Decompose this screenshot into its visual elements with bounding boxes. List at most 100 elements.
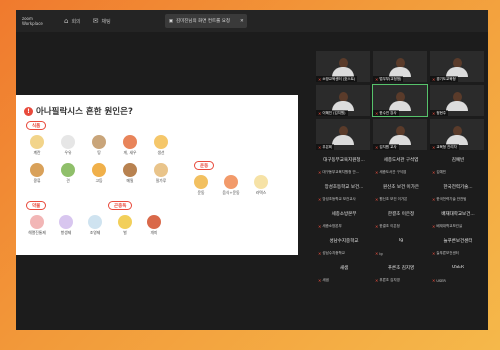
video-tile[interactable]: ✕ 이혜진 (김지원) [316, 85, 370, 116]
insect-item-label: 개미 [150, 230, 158, 235]
participant-name-text: 늘푸른보건센터 [436, 251, 459, 255]
participant-name: ✕ 성남수지중학교 [318, 251, 345, 256]
participant-name: ✕ 교육청 관리자 [430, 144, 459, 150]
video-tile[interactable]: ✕ 소방교육센터 (호스트) [316, 51, 370, 82]
mic-muted-icon: ✕ [432, 76, 436, 82]
participant-name-text: 우은희 [322, 144, 333, 149]
participant-name-tile[interactable]: 배재대학교보건... ✕ 배재대학교보건실 [430, 207, 486, 231]
participant-video [446, 58, 468, 78]
mic-muted-icon: ✕ [318, 76, 322, 82]
chat-icon: ✉ [92, 17, 99, 25]
participant-name-text: 앙성초등학교 보건교사 [322, 197, 356, 201]
participant-name-text: 법무부(교정청) [379, 76, 402, 81]
drug-item-icon [30, 215, 44, 229]
participant-name-tile[interactable]: 앙성초등학교 보건... ✕ 앙성초등학교 보건교사 [316, 180, 372, 204]
food-item-label: 우유 [64, 150, 72, 155]
participant-name-text: lg [379, 251, 383, 256]
food-item: 게, 새우 [117, 135, 143, 156]
zoom-logo: zoom Workplace [22, 16, 43, 26]
participant-name: ✕ 김지원 교사 [373, 144, 399, 150]
participant-name: ✕ 원신초 보건 이가은 [375, 197, 407, 202]
meetings-button[interactable]: ⌂ 회의 [64, 17, 81, 25]
participant-video [389, 126, 411, 146]
participant-name-tile[interactable]: 새샘 ✕ 새샘 [316, 261, 372, 285]
mic-muted-icon: ✕ [318, 278, 322, 283]
participant-name-tile[interactable]: 세종도서관 구석엽 ✕ 세종도서관 구석엽 [373, 153, 429, 177]
video-tile[interactable]: ✕ 정현주 [430, 85, 484, 116]
drug-item-icon [88, 215, 102, 229]
video-tile[interactable]: ✕ 우은희 [316, 119, 370, 150]
participant-display-name: 세종소방본부 [331, 212, 357, 217]
mic-muted-icon: ✕ [318, 170, 322, 175]
participant-name-tile[interactable]: 대구동부교육지원청... ✕ 대구동부교육지원청 안... [316, 153, 372, 177]
food-item-label: 계란 [33, 150, 41, 155]
drug-item: 항생제 [53, 215, 79, 236]
mic-muted-icon: ✕ [432, 278, 436, 283]
participant-name-text: 성남수지중학교 [322, 251, 345, 255]
close-icon[interactable]: ✕ [240, 19, 244, 24]
mic-muted-icon: ✕ [318, 251, 322, 256]
shared-screen: ! 아나필락시스 흔한 원인은? 식품 약물 곤충독 운동 계란 우유 땅 게, 새우… [16, 95, 298, 255]
participant-name-text: 이혜진 (김지원) [322, 110, 346, 115]
participant-name: ✕ 푸른초 김지영 [375, 278, 400, 283]
drug-item-label: 항생제 [60, 230, 72, 235]
participant-name-tile[interactable]: 늘푸른보건센터 ✕ 늘푸른보건센터 [430, 234, 486, 258]
mic-muted-icon: ✕ [318, 110, 322, 116]
participant-display-name: 한국전력기술... [443, 185, 473, 190]
participant-name-tile[interactable]: USER ✕ USER [430, 261, 486, 285]
mic-muted-icon: ✕ [432, 170, 436, 175]
video-tile[interactable]: ✕ 김지원 교사 [373, 119, 427, 150]
participant-name-tile[interactable]: 한국전력기술... ✕ 한국전력기술 안전팀 [430, 180, 486, 204]
participant-name: ✕ 한결초 이은정 [375, 224, 400, 229]
exercise-item: 라텍스 [248, 175, 274, 196]
participant-name-tile[interactable]: 푸른초 김지영 ✕ 푸른초 김지영 [373, 261, 429, 285]
participant-name-tile[interactable]: 김예빈 ✕ 김예빈 [430, 153, 486, 177]
screen-icon: ▣ [168, 18, 173, 24]
drug-item-label: 조영제 [89, 230, 101, 235]
participant-video [446, 126, 468, 146]
participant-name-tile[interactable]: lg ✕ lg [373, 234, 429, 258]
participant-name-text: 대구동부교육지원청 안... [322, 170, 360, 174]
participant-name: ✕ 배재대학교보건실 [432, 224, 462, 229]
video-tile[interactable]: ✕ 교육청 관리자 [430, 119, 484, 150]
participant-name-text: 한수연 강사 [379, 110, 397, 115]
participant-display-name: lg [398, 238, 404, 243]
mic-muted-icon: ✕ [375, 224, 379, 229]
participant-name-text: 세종도서관 구석엽 [379, 170, 407, 174]
participant-display-name: 김예빈 [451, 158, 465, 163]
participant-name-text: 소방교육센터 (호스트) [322, 76, 356, 81]
share-tab[interactable]: ▣ 김미진님의 화면 컨트롤 요청 ✕ [164, 14, 247, 28]
food-item-icon [154, 135, 168, 149]
food-item-label: 게, 새우 [123, 150, 137, 155]
zoom-topbar: zoom Workplace ⌂ 회의 ✉ 채팅 ▣ 김미진님의 화면 컨트롤 … [16, 10, 488, 32]
video-tile[interactable]: ✕ 법무부(교정청) [373, 51, 427, 82]
participant-name-text: 푸른초 김지영 [379, 278, 400, 282]
warning-icon: ! [24, 106, 33, 116]
participant-display-name: USER [451, 265, 465, 270]
participant-name-tile[interactable]: 성남수지중학교 ✕ 성남수지중학교 [316, 234, 372, 258]
video-tile[interactable]: ✕ 한수연 강사 [372, 84, 428, 117]
food-item-label: 견 [66, 178, 70, 183]
participant-name: ✕ 세종소방본부 [318, 224, 342, 229]
food-item-icon [154, 163, 168, 177]
participant-video [389, 58, 411, 78]
mic-muted-icon: ✕ [318, 197, 322, 202]
mic-muted-icon: ✕ [318, 224, 322, 229]
video-tile[interactable]: ✕ 경기도교육청 [430, 51, 484, 82]
participant-name-tile[interactable]: 원신초 보건 이가은 ✕ 원신초 보건 이가은 [373, 180, 429, 204]
participant-display-name: 원신초 보건 이가은 [383, 185, 419, 190]
participant-name: ✕ 경기도교육청 [430, 76, 458, 82]
insect-item: 벌 [112, 215, 138, 236]
food-item-label: 콩류 [33, 178, 41, 183]
exercise-item: 음식+운동 [218, 175, 244, 196]
drug-item-label: 해열진통제 [28, 230, 46, 235]
participant-name: ✕ lg [375, 251, 383, 256]
food-item-icon [123, 163, 137, 177]
chat-button[interactable]: ✉ 채팅 [93, 17, 111, 25]
chat-label: 채팅 [101, 18, 111, 25]
participant-name-tile[interactable]: 세종소방본부 ✕ 세종소방본부 [316, 207, 372, 231]
food-item-label: 생선 [157, 150, 165, 155]
participant-name: ✕ 대구동부교육지원청 안... [318, 170, 359, 175]
participant-name-tile[interactable]: 한결초 이은정 ✕ 한결초 이은정 [373, 207, 429, 231]
mic-muted-icon: ✕ [432, 224, 436, 229]
